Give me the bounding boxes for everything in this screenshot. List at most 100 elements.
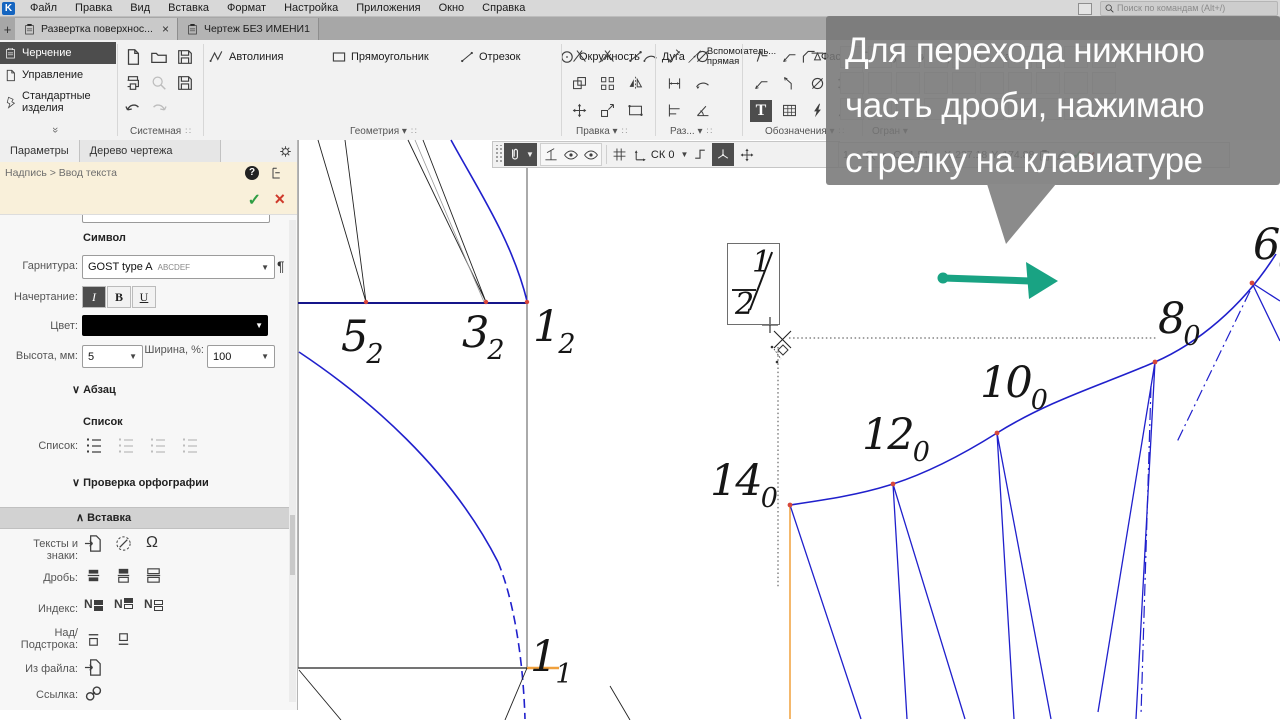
apply-button[interactable]: ✓ bbox=[248, 190, 261, 210]
break-button[interactable] bbox=[621, 43, 649, 70]
auto-dimension-button[interactable] bbox=[660, 43, 688, 70]
tab-razvertka[interactable]: Развертка поверхнос... × bbox=[15, 18, 178, 40]
linear-dimension-button[interactable] bbox=[660, 70, 688, 97]
chevron-down-icon: ▼ bbox=[255, 321, 263, 330]
diameter-dimension-button[interactable] bbox=[688, 43, 716, 70]
tab-parameters[interactable]: Параметры bbox=[0, 140, 79, 162]
undo-button[interactable] bbox=[120, 96, 146, 122]
scale-button[interactable] bbox=[593, 97, 621, 124]
coordinate-system-value[interactable]: СК 0 bbox=[651, 149, 675, 161]
menu-item[interactable]: Приложения bbox=[347, 0, 429, 16]
angle-dimension-button[interactable] bbox=[688, 97, 716, 124]
menu-item[interactable]: Настройка bbox=[275, 0, 347, 16]
numbered-list-button[interactable] bbox=[84, 436, 104, 456]
move-button[interactable] bbox=[565, 97, 593, 124]
rounding-icon[interactable] bbox=[739, 147, 755, 163]
spellcheck-section-header[interactable]: ∨ Проверка орфографии bbox=[72, 476, 209, 489]
snap-settings-button[interactable]: ▼ bbox=[504, 143, 537, 166]
pilcrow-button[interactable]: ¶ bbox=[277, 258, 285, 274]
rectangle-button[interactable]: Прямоугольник bbox=[329, 43, 457, 70]
underline-button[interactable]: U bbox=[132, 286, 156, 308]
chevron-down-icon[interactable]: ▼ bbox=[680, 150, 688, 159]
nav-upravlenie[interactable]: Управление bbox=[0, 64, 116, 86]
fraction-text-frame[interactable]: 1 2 bbox=[727, 243, 780, 325]
symbol-omega-button[interactable]: Ω bbox=[146, 534, 158, 552]
menu-item[interactable]: Файл bbox=[21, 0, 66, 16]
perpendicular-snap-icon[interactable] bbox=[543, 147, 559, 163]
fraction-full-button[interactable] bbox=[144, 566, 163, 585]
fraction-medium-button[interactable] bbox=[114, 566, 133, 585]
drawing-canvas[interactable] bbox=[297, 140, 1280, 720]
fraction-small-button[interactable] bbox=[84, 566, 103, 585]
menu-item[interactable]: Справка bbox=[473, 0, 534, 16]
grid-toggle-icon[interactable] bbox=[611, 146, 628, 163]
ortho-mode-icon[interactable] bbox=[692, 147, 708, 163]
extend-button[interactable] bbox=[593, 43, 621, 70]
italic-button[interactable]: I bbox=[82, 286, 106, 308]
mirror-button[interactable] bbox=[621, 70, 649, 97]
rotate-view-icon[interactable] bbox=[583, 147, 599, 163]
tab-drawing-tree[interactable]: Дерево чертежа bbox=[78, 140, 221, 162]
tab-chertezh[interactable]: Чертеж БЕЗ ИМЕНИ1 bbox=[177, 18, 319, 40]
tab-close-icon[interactable]: × bbox=[162, 22, 169, 36]
paragraph-section-header[interactable]: ∨ Абзац bbox=[72, 383, 116, 396]
trim-button[interactable] bbox=[565, 43, 593, 70]
bold-button[interactable]: B bbox=[107, 286, 131, 308]
save-as-button[interactable] bbox=[172, 70, 198, 96]
align-text-button[interactable] bbox=[775, 70, 803, 97]
color-swatch-select[interactable]: ▼ bbox=[82, 315, 268, 336]
cancel-button[interactable]: × bbox=[274, 189, 285, 210]
link-button[interactable] bbox=[84, 684, 103, 703]
from-file-button[interactable] bbox=[84, 658, 103, 677]
roughness-button[interactable] bbox=[747, 43, 775, 70]
tree-structure-icon[interactable] bbox=[270, 166, 285, 181]
nav-cherchenie[interactable]: Черчение bbox=[0, 42, 116, 64]
new-tab-button[interactable]: + bbox=[0, 19, 15, 40]
arc-dimension-button[interactable] bbox=[688, 70, 716, 97]
special-sign-button[interactable] bbox=[114, 534, 133, 553]
menu-item[interactable]: Формат bbox=[218, 0, 275, 16]
toolbar-drag-handle[interactable] bbox=[494, 145, 504, 164]
save-button[interactable] bbox=[172, 44, 198, 70]
segment-button[interactable]: Отрезок bbox=[457, 43, 557, 70]
preview-button[interactable] bbox=[146, 70, 172, 96]
array-button[interactable] bbox=[593, 70, 621, 97]
baseline-dimension-button[interactable] bbox=[660, 97, 688, 124]
window-icon[interactable] bbox=[1078, 3, 1092, 15]
table-button[interactable] bbox=[775, 97, 803, 124]
list-variant-button[interactable] bbox=[148, 436, 168, 456]
menu-item[interactable]: Правка bbox=[66, 0, 121, 16]
panel-scrollbar[interactable] bbox=[289, 220, 296, 702]
list-variant-button[interactable] bbox=[116, 436, 136, 456]
angle-snap-button[interactable] bbox=[712, 143, 735, 166]
list-variant-button[interactable] bbox=[180, 436, 200, 456]
visibility-icon[interactable] bbox=[563, 147, 579, 163]
nav-collapse-icon[interactable]: » bbox=[49, 127, 61, 133]
new-doc-button[interactable] bbox=[120, 44, 146, 70]
nav-standard-parts[interactable]: Стандартные изделия bbox=[0, 86, 116, 118]
underline-string-button[interactable] bbox=[114, 630, 133, 649]
index-sub-button[interactable]: N bbox=[84, 597, 103, 611]
insert-section-bar[interactable] bbox=[0, 507, 290, 529]
text-tool-button[interactable]: T bbox=[747, 97, 775, 124]
panel-gear-button[interactable] bbox=[278, 140, 293, 162]
font-select[interactable]: GOST type A ABCDEF ▼ bbox=[82, 255, 275, 279]
open-button[interactable] bbox=[146, 44, 172, 70]
leader-text-button[interactable] bbox=[747, 70, 775, 97]
leader-button[interactable] bbox=[775, 43, 803, 70]
help-icon[interactable]: ? bbox=[245, 166, 259, 180]
print-button[interactable] bbox=[120, 70, 146, 96]
menu-item[interactable]: Вставка bbox=[159, 0, 218, 16]
command-search-input[interactable]: Поиск по командам (Alt+/) bbox=[1100, 1, 1278, 16]
menu-item[interactable]: Окно bbox=[430, 0, 474, 16]
insert-text-button[interactable] bbox=[84, 534, 103, 553]
index-both-button[interactable]: N bbox=[144, 597, 163, 611]
overline-button[interactable] bbox=[84, 630, 103, 649]
copy-button[interactable] bbox=[565, 70, 593, 97]
index-sup-button[interactable]: N bbox=[114, 597, 133, 611]
width-select[interactable]: 100 ▼ bbox=[207, 345, 275, 368]
menu-item[interactable]: Вид bbox=[121, 0, 159, 16]
redo-button[interactable] bbox=[146, 96, 172, 122]
autoline-button[interactable]: Автолиния bbox=[207, 43, 329, 70]
deform-button[interactable] bbox=[621, 97, 649, 124]
